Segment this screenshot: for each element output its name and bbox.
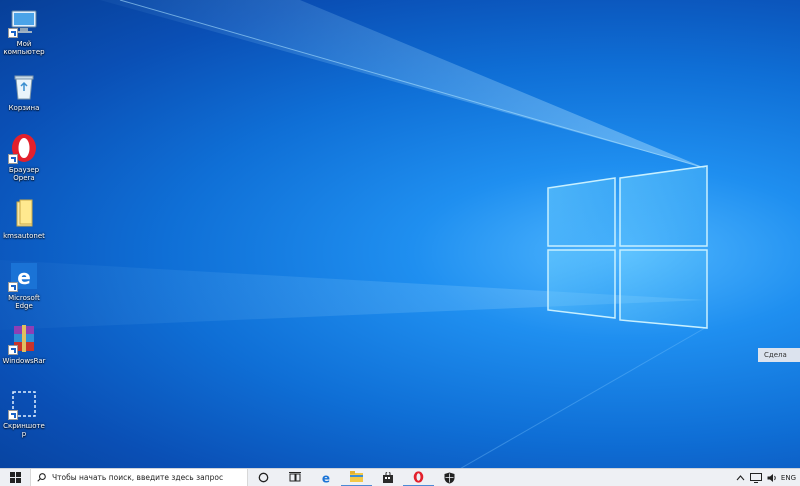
desktop-icon-label: Microsoft Edge (8, 294, 40, 310)
cortana-button[interactable] (248, 469, 279, 486)
start-button[interactable] (0, 469, 30, 486)
desktop-icon-label: Браузер Opera (8, 166, 40, 182)
screenshot-icon (8, 388, 40, 420)
desktop-icon-label: kmsautonet (3, 232, 45, 240)
shortcut-arrow-icon (8, 282, 18, 292)
task-view-icon (288, 472, 301, 482)
windows-start-icon (9, 472, 21, 483)
desktop-icon-edge[interactable]: e Microsoft Edge (2, 260, 46, 310)
side-notification-tab[interactable]: Сдела (758, 348, 800, 362)
taskbar-store-button[interactable] (372, 469, 403, 486)
shortcut-arrow-icon (8, 154, 18, 164)
file-explorer-icon (350, 471, 363, 482)
winrar-icon (8, 323, 40, 355)
desktop-icon-screenshoter[interactable]: Скриншотер (2, 388, 46, 438)
shortcut-arrow-icon (8, 410, 18, 420)
taskbar-opera-button[interactable] (403, 469, 434, 486)
svg-text:e: e (17, 265, 31, 289)
chevron-up-icon[interactable] (736, 474, 745, 482)
taskbar-file-explorer-button[interactable] (341, 469, 372, 486)
taskbar-edge-button[interactable]: e (310, 469, 341, 486)
shortcut-arrow-icon (8, 28, 18, 38)
windows-logo (547, 165, 708, 329)
desktop-icon-label: WindowsRar (2, 357, 46, 365)
desktop-icon-recycle-bin[interactable]: Корзина (2, 70, 46, 112)
computer-icon (8, 6, 40, 38)
svg-text:e: e (321, 472, 329, 484)
language-indicator[interactable]: ENG (781, 474, 796, 482)
desktop-icon-label: Мой компьютер (3, 40, 45, 56)
system-tray: ENG (736, 469, 800, 486)
desktop-icon-my-computer[interactable]: Мой компьютер (2, 6, 46, 56)
recycle-bin-icon (8, 70, 40, 102)
desktop-icon-label: Корзина (8, 104, 40, 112)
edge-icon: e (8, 260, 40, 292)
search-placeholder: Чтобы начать поиск, введите здесь запрос (52, 473, 224, 482)
taskbar: Чтобы начать поиск, введите здесь запрос… (0, 468, 800, 486)
desktop-icon-kmsautonet[interactable]: kmsautonet (2, 198, 46, 240)
search-icon (37, 473, 46, 482)
desktop-icon-label: Скриншотер (3, 422, 45, 438)
task-view-button[interactable] (279, 469, 310, 486)
network-icon[interactable] (749, 472, 762, 483)
taskbar-search-box[interactable]: Чтобы начать поиск, введите здесь запрос (30, 468, 248, 486)
cortana-icon (258, 472, 269, 483)
taskbar-security-button[interactable] (434, 469, 465, 486)
edge-icon: e (321, 472, 329, 484)
opera-icon (413, 470, 424, 483)
store-icon (382, 472, 393, 483)
folder-icon (8, 198, 40, 230)
desktop-icon-opera[interactable]: Браузер Opera (2, 132, 46, 182)
opera-icon (8, 132, 40, 164)
desktop-icon-winrar[interactable]: WindowsRar (2, 323, 46, 365)
volume-icon[interactable] (767, 473, 777, 483)
desktop: Мой компьютер Корзина Браузер Opera kmsa… (0, 0, 800, 486)
security-icon (444, 472, 455, 483)
shortcut-arrow-icon (8, 345, 18, 355)
